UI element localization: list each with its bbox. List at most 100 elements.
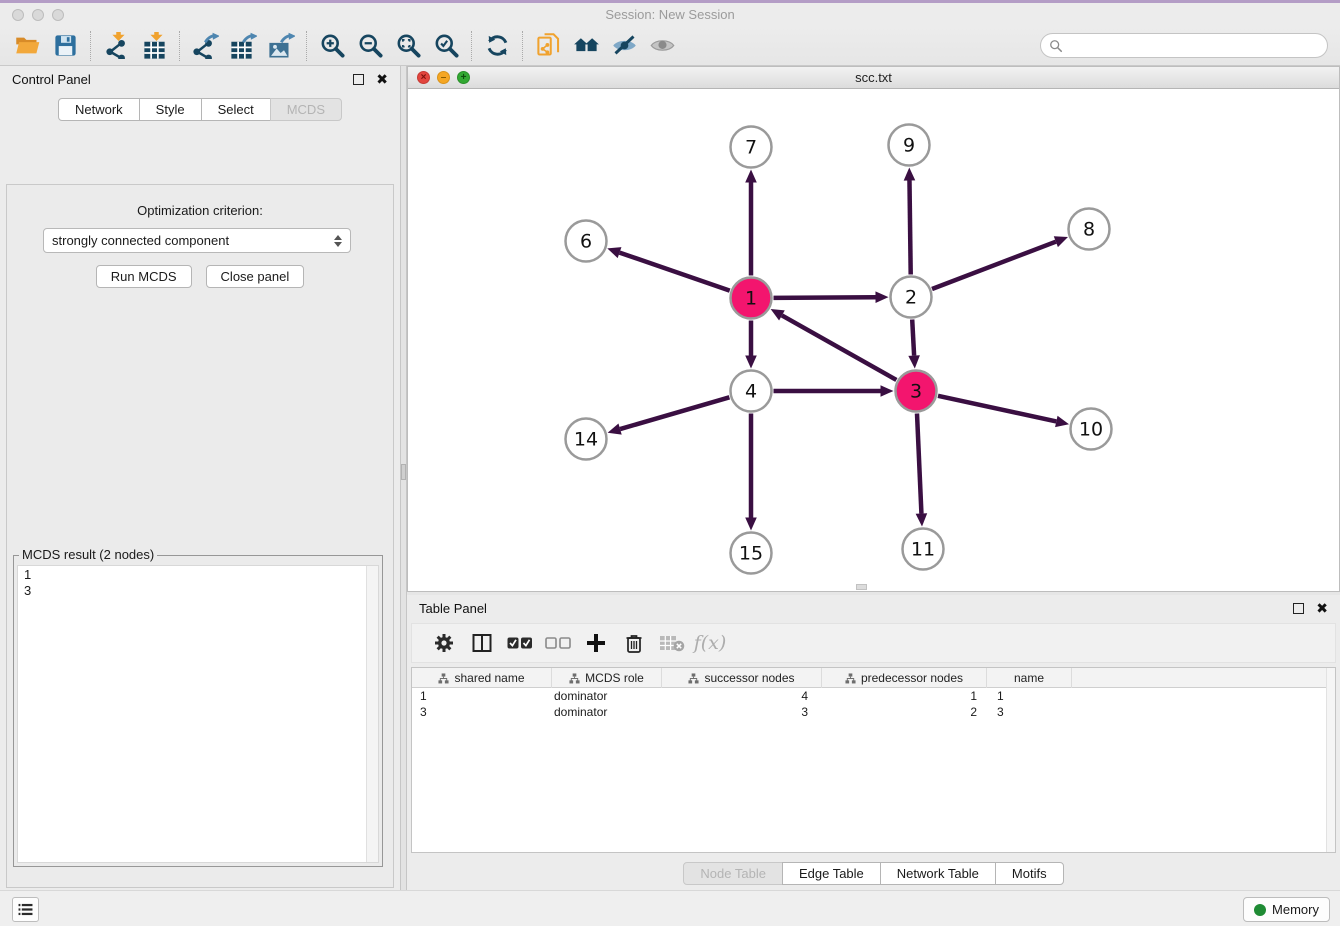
graph-edge-3-10[interactable] bbox=[938, 396, 1056, 422]
table-cell[interactable]: dominator bbox=[552, 704, 662, 720]
toolbar-separator bbox=[471, 31, 472, 61]
mcds-result-list[interactable]: 13 bbox=[17, 565, 379, 863]
table-cell[interactable]: 2 bbox=[822, 704, 987, 720]
table-cell[interactable]: 3 bbox=[662, 704, 822, 720]
table-cell[interactable]: 3 bbox=[412, 704, 552, 720]
graph-node-label: 6 bbox=[580, 231, 592, 253]
search-box[interactable] bbox=[1040, 33, 1328, 58]
list-icon bbox=[18, 903, 33, 916]
clone-network-icon[interactable] bbox=[529, 29, 567, 63]
table-cell[interactable]: 1 bbox=[987, 688, 1072, 704]
graph-edge-3-1[interactable] bbox=[782, 315, 896, 380]
zoom-out-icon[interactable] bbox=[351, 29, 389, 63]
edge-arrowhead bbox=[745, 356, 757, 369]
tab-select[interactable]: Select bbox=[201, 98, 271, 121]
graph-node-label: 7 bbox=[745, 137, 757, 159]
result-scrollbar[interactable] bbox=[366, 566, 378, 862]
tab-edge-table[interactable]: Edge Table bbox=[782, 862, 881, 885]
table-cell[interactable]: 3 bbox=[987, 704, 1072, 720]
zoom-selected-icon[interactable] bbox=[427, 29, 465, 63]
zoom-in-icon[interactable] bbox=[313, 29, 351, 63]
graph-node-label: 11 bbox=[911, 539, 935, 561]
unselect-all-columns-icon[interactable] bbox=[542, 627, 574, 659]
network-window-titlebar[interactable]: × – + scc.txt bbox=[408, 67, 1339, 89]
table-cell[interactable]: 1 bbox=[412, 688, 552, 704]
table-cell[interactable]: dominator bbox=[552, 688, 662, 704]
table-header-row: shared nameMCDS rolesuccessor nodesprede… bbox=[412, 668, 1335, 688]
select-all-columns-icon[interactable] bbox=[504, 627, 536, 659]
tab-style[interactable]: Style bbox=[139, 98, 202, 121]
table-row[interactable]: 3dominator323 bbox=[412, 704, 1335, 720]
search-input[interactable] bbox=[1063, 38, 1327, 53]
table-panel: Table Panel ✖ f(x) shared nameMCDS roles… bbox=[407, 595, 1340, 890]
tab-network[interactable]: Network bbox=[58, 98, 140, 121]
export-image-icon[interactable] bbox=[262, 29, 300, 63]
close-panel-button[interactable]: Close panel bbox=[206, 265, 305, 288]
tab-node-table[interactable]: Node Table bbox=[683, 862, 783, 885]
graph-edge-4-14[interactable] bbox=[620, 397, 729, 429]
zoom-fit-icon[interactable] bbox=[389, 29, 427, 63]
delete-column-icon[interactable] bbox=[618, 627, 650, 659]
memory-button[interactable]: Memory bbox=[1243, 897, 1330, 922]
control-panel-float-icon[interactable] bbox=[353, 74, 364, 85]
export-table-icon[interactable] bbox=[224, 29, 262, 63]
table-cell[interactable]: 4 bbox=[662, 688, 822, 704]
table-cell[interactable]: 1 bbox=[822, 688, 987, 704]
graph-node-label: 4 bbox=[745, 381, 757, 403]
network-canvas[interactable]: 7968124314101511 bbox=[408, 89, 1339, 591]
mcds-result-item[interactable]: 1 bbox=[18, 566, 378, 582]
app-titlebar: Session: New Session bbox=[0, 3, 1340, 26]
optimization-criterion-select[interactable]: strongly connected component bbox=[43, 228, 351, 253]
vertical-splitter[interactable] bbox=[400, 66, 407, 890]
node-table[interactable]: shared nameMCDS rolesuccessor nodesprede… bbox=[411, 667, 1336, 853]
canvas-splitter-handle[interactable] bbox=[856, 584, 867, 590]
column-type-icon bbox=[569, 673, 580, 684]
tab-mcds[interactable]: MCDS bbox=[270, 98, 342, 121]
table-panel-close-icon[interactable]: ✖ bbox=[1316, 601, 1328, 615]
run-mcds-button[interactable]: Run MCDS bbox=[96, 265, 192, 288]
apply-layout-icon[interactable] bbox=[478, 29, 516, 63]
control-panel-close-icon[interactable]: ✖ bbox=[376, 72, 388, 86]
memory-status-icon bbox=[1254, 904, 1266, 916]
mcds-result-item[interactable]: 3 bbox=[18, 582, 378, 598]
show-hidden-icon bbox=[643, 29, 681, 63]
splitter-thumb[interactable] bbox=[401, 464, 406, 480]
table-scrollbar[interactable] bbox=[1326, 668, 1335, 852]
column-header-successor-nodes[interactable]: successor nodes bbox=[662, 668, 822, 688]
import-network-icon[interactable] bbox=[97, 29, 135, 63]
save-session-icon[interactable] bbox=[46, 29, 84, 63]
show-all-icon[interactable] bbox=[567, 29, 605, 63]
export-network-icon[interactable] bbox=[186, 29, 224, 63]
delete-table-icon bbox=[656, 627, 688, 659]
table-row[interactable]: 1dominator411 bbox=[412, 688, 1335, 704]
hide-selected-icon[interactable] bbox=[605, 29, 643, 63]
column-header-predecessor-nodes[interactable]: predecessor nodes bbox=[822, 668, 987, 688]
graph-edge-3-11[interactable] bbox=[917, 413, 921, 513]
graph-edge-1-2[interactable] bbox=[773, 297, 875, 298]
column-header-shared-name[interactable]: shared name bbox=[412, 668, 552, 688]
graph-edge-2-9[interactable] bbox=[909, 180, 910, 274]
import-table-icon[interactable] bbox=[135, 29, 173, 63]
optimization-criterion-value: strongly connected component bbox=[52, 233, 334, 248]
column-type-icon bbox=[845, 673, 856, 684]
status-menu-button[interactable] bbox=[12, 897, 39, 922]
graph-node-label: 14 bbox=[574, 429, 598, 451]
graph-edge-2-8[interactable] bbox=[932, 242, 1056, 289]
column-settings-icon[interactable] bbox=[428, 627, 460, 659]
graph-edge-1-6[interactable] bbox=[620, 253, 730, 291]
select-stepper-icon bbox=[334, 235, 342, 247]
column-header-MCDS-role[interactable]: MCDS role bbox=[552, 668, 662, 688]
table-panel-float-icon[interactable] bbox=[1293, 603, 1304, 614]
graph-edge-2-3[interactable] bbox=[912, 319, 914, 355]
open-session-icon[interactable] bbox=[8, 29, 46, 63]
tab-motifs[interactable]: Motifs bbox=[995, 862, 1064, 885]
add-column-icon[interactable] bbox=[580, 627, 612, 659]
app-window-title: Session: New Session bbox=[0, 7, 1340, 22]
column-header-name[interactable]: name bbox=[987, 668, 1072, 688]
table-toolbar: f(x) bbox=[411, 623, 1336, 663]
toggle-column-display-icon[interactable] bbox=[466, 627, 498, 659]
mcds-result-title: MCDS result (2 nodes) bbox=[19, 547, 157, 562]
tab-network-table[interactable]: Network Table bbox=[880, 862, 996, 885]
function-builder-icon: f(x) bbox=[694, 627, 726, 659]
edge-arrowhead bbox=[745, 170, 757, 183]
